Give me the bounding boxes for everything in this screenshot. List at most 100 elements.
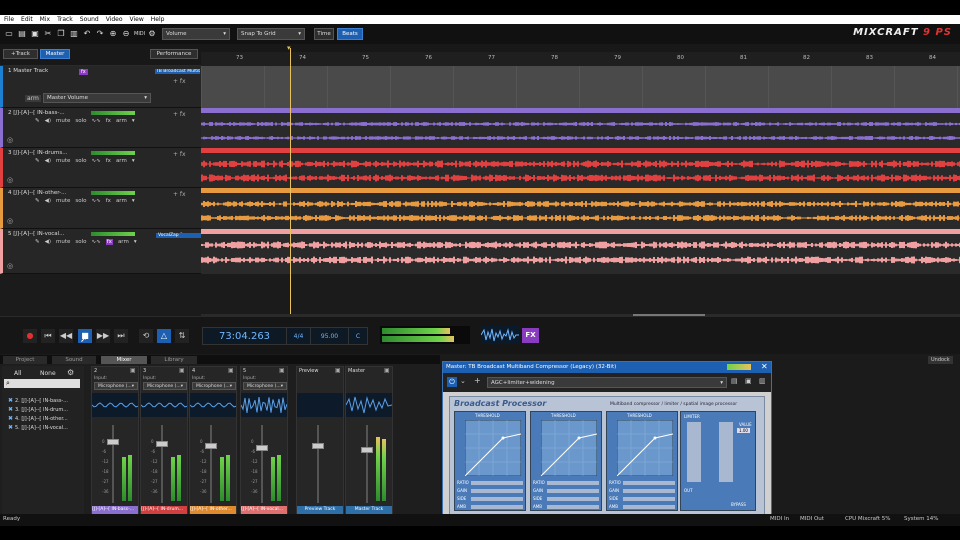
chevron-down-icon[interactable]: ▾ [132,118,135,124]
save-preset-icon[interactable]: ▣ [745,377,752,385]
strip-menu-icon[interactable]: ▣ [228,367,234,374]
instrument-icon[interactable]: ✎ [35,239,40,245]
speaker-icon[interactable]: ◀) [45,158,51,164]
track-lane-4[interactable] [201,188,960,229]
checkbox-icon[interactable]: ✖ [8,424,13,431]
timeline-ruler[interactable]: 73 74 75 76 77 78 79 80 81 82 83 84 [201,52,960,66]
checkbox-icon[interactable]: ✖ [8,415,13,422]
strip-label[interactable]: [J]-[A]--[ IN-vocal... [241,506,287,514]
volume-fader[interactable] [107,439,119,445]
menu-sound[interactable]: Sound [80,16,99,23]
amb-slider[interactable] [471,505,523,509]
add-preset-icon[interactable]: + [474,376,481,385]
save-icon[interactable]: ▣ [30,29,40,39]
power-icon[interactable]: ⏻ [447,377,457,387]
track-lane-2[interactable] [201,108,960,148]
automation-mode-dropdown[interactable]: Volume ▾ [162,28,230,40]
paste-icon[interactable]: ▥ [69,29,79,39]
master-button[interactable]: Master [40,49,70,59]
strip-label[interactable]: [J]-[A]--[ IN-bass-... [92,506,138,514]
track-name[interactable]: 1 Master Track [8,68,48,74]
record-icon[interactable]: ● [23,329,37,343]
side-slider[interactable] [623,497,675,501]
clip-header[interactable] [201,188,960,193]
beats-button[interactable]: Beats [337,28,363,40]
strip-label[interactable]: Preview Track [297,506,343,514]
volume-fader[interactable] [361,447,373,453]
menu-track[interactable]: Track [57,16,73,23]
tempo-sync-icon[interactable]: ⇅ [175,329,189,343]
checkbox-icon[interactable]: ✖ [8,406,13,413]
transfer-curve-graph[interactable] [465,420,521,476]
track-list-item[interactable]: ✖ 5. [J]-[A]--[ IN-vocal... [8,424,68,431]
strip-menu-icon[interactable]: ▣ [279,367,285,374]
add-fx-button[interactable]: + fx [173,151,186,158]
track-header-3[interactable]: 3 [J]-[A]--[ IN-drums... + fx ✎ ◀) mute solo ∿… [0,148,201,188]
amb-slider[interactable] [623,505,675,509]
new-file-icon[interactable]: ▭ [4,29,14,39]
volume-fader[interactable] [156,441,168,447]
checkbox-icon[interactable]: ✖ [8,397,13,404]
strip-label[interactable]: [J]-[A]--[ IN-other... [190,506,236,514]
playhead-line[interactable] [290,48,291,314]
menu-mix[interactable]: Mix [40,16,50,23]
clip-header[interactable] [201,229,960,234]
playhead-marker-icon[interactable]: ▾ [287,44,291,52]
chevron-down-icon[interactable]: ⌄ [460,377,466,385]
track-header-4[interactable]: 4 [J]-[A]--[ IN-other-... + fx ✎ ◀) mute solo… [0,188,201,229]
mute-button[interactable]: mute [56,198,70,204]
side-slider[interactable] [547,497,599,501]
time-button[interactable]: Time [314,28,334,40]
arm-button[interactable]: arm [116,198,127,204]
fx-button[interactable]: fx [79,69,88,75]
automation-icon[interactable]: ∿∿ [92,239,101,245]
instrument-icon[interactable]: ✎ [35,198,40,204]
solo-button[interactable]: solo [75,158,86,164]
track-list-item[interactable]: ✖ 2. [J]-[A]--[ IN-bass-... [8,397,68,404]
zoom-out-icon[interactable]: ⊖ [121,29,131,39]
track-name[interactable]: 4 [J]-[A]--[ IN-other-... [8,190,66,196]
add-fx-button[interactable]: + fx [173,191,186,198]
speaker-icon[interactable]: ◀) [45,118,51,124]
transfer-curve-graph[interactable] [541,420,597,476]
track-lane-3[interactable] [201,148,960,188]
master-fx-button[interactable]: FX [522,328,539,343]
fx-button[interactable]: fx [106,198,111,204]
metronome-icon[interactable]: △ [157,329,171,343]
strip-menu-icon[interactable]: ▣ [384,367,390,374]
cut-icon[interactable]: ✂ [43,29,53,39]
arm-button[interactable]: arm [25,95,41,102]
undo-icon[interactable]: ↶ [82,29,92,39]
arm-button[interactable]: arm [116,118,127,124]
track-name[interactable]: 5 [J]-[A]--[ IN-vocal... [8,231,64,237]
mute-button[interactable]: mute [56,158,70,164]
input-dropdown[interactable]: Microphone (... ▾ [143,382,187,390]
fx-button[interactable]: fx [106,118,111,124]
add-fx-button[interactable]: + fx [173,78,186,85]
gain-slider[interactable] [471,489,523,493]
effect-slot[interactable]: VocalZap [156,233,201,238]
bypass-button[interactable]: BYPASS [731,502,746,507]
solo-button[interactable]: solo [75,198,86,204]
select-none-button[interactable]: None [40,370,56,377]
time-signature[interactable]: 4/4 [287,328,311,344]
track-header-5[interactable]: 5 [J]-[A]--[ IN-vocal...+ fxVocalZap✎◀)m… [0,229,201,274]
input-dropdown[interactable]: Microphone (... ▾ [192,382,236,390]
delete-preset-icon[interactable]: ▥ [759,377,766,385]
skip-to-end-icon[interactable]: ⏭ [114,329,128,343]
strip-label[interactable]: [J]-[A]--[ IN-drum... [141,506,187,514]
transfer-curve-graph[interactable] [617,420,673,476]
chevron-down-icon[interactable]: ▾ [132,198,135,204]
speaker-icon[interactable]: ◀) [45,198,51,204]
ratio-slider[interactable] [547,481,599,485]
menu-edit[interactable]: Edit [21,16,33,23]
value-readout[interactable]: 1.00 [737,428,750,433]
loop-icon[interactable]: ⟲ [139,329,153,343]
input-dropdown[interactable]: Microphone (... ▾ [94,382,138,390]
track-lane-5[interactable] [201,229,960,274]
chevron-down-icon[interactable]: ▾ [134,239,137,245]
close-icon[interactable]: ✕ [761,362,768,371]
midi-icon[interactable]: MIDI [134,29,145,39]
preset-dropdown[interactable]: AGC+limiter+widening ▾ [487,377,727,388]
volume-fader[interactable] [205,443,217,449]
